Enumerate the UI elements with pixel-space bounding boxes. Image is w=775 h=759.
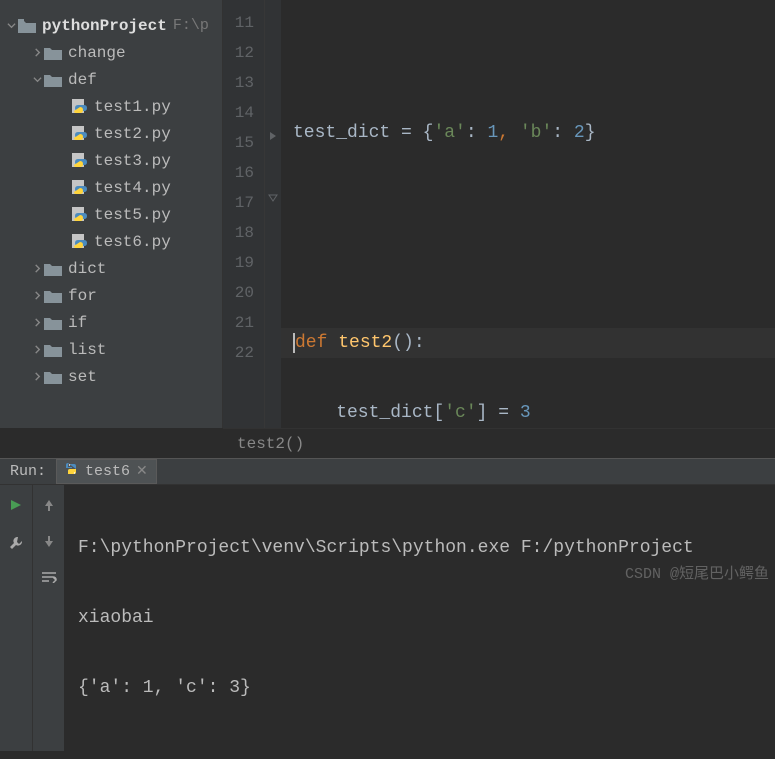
run-tab[interactable]: test6 ✕ [56, 459, 157, 484]
folder-icon [44, 316, 62, 330]
close-icon[interactable]: ✕ [136, 463, 148, 480]
line-number: 19 [223, 248, 264, 278]
line-number: 16 [223, 158, 264, 188]
run-toolbar [0, 485, 32, 751]
tree-label: test6.py [94, 233, 171, 251]
editor: 111213141516171819202122 test_dict = {'a… [223, 0, 775, 428]
file-item[interactable]: test1.py [0, 93, 222, 120]
chevron-right-icon[interactable] [30, 48, 44, 57]
folder-icon [44, 46, 62, 60]
folder-icon [44, 343, 62, 357]
fold-icon[interactable] [267, 192, 279, 204]
line-number: 17 [223, 188, 264, 218]
chevron-right-icon[interactable] [30, 345, 44, 354]
line-number: 22 [223, 338, 264, 368]
console-output[interactable]: F:\pythonProject\venv\Scripts\python.exe… [64, 485, 775, 751]
project-path: F:\p [173, 17, 209, 34]
folder-item[interactable]: list [0, 336, 222, 363]
line-number: 18 [223, 218, 264, 248]
python-file-icon [70, 99, 88, 115]
line-number: 12 [223, 38, 264, 68]
python-file-icon [70, 207, 88, 223]
run-panel: Run: test6 ✕ F:\pythonProject\venv\Scrip… [0, 458, 775, 617]
folder-item[interactable]: for [0, 282, 222, 309]
folder-item[interactable]: def [0, 66, 222, 93]
run-label: Run: [0, 463, 56, 480]
tree-label: if [68, 314, 87, 332]
folder-item[interactable]: set [0, 363, 222, 390]
file-item[interactable]: test2.py [0, 120, 222, 147]
tree-label: test3.py [94, 152, 171, 170]
chevron-right-icon[interactable] [30, 291, 44, 300]
code-area[interactable]: test_dict = {'a': 1, 'b': 2} def test2()… [281, 0, 775, 428]
tree-label: change [68, 44, 126, 62]
chevron-down-icon[interactable] [4, 21, 18, 30]
python-file-icon [70, 180, 88, 196]
project-name: pythonProject [42, 17, 167, 35]
tree-label: test5.py [94, 206, 171, 224]
chevron-right-icon[interactable] [30, 372, 44, 381]
folder-icon [44, 370, 62, 384]
console-line: F:\pythonProject\venv\Scripts\python.exe… [78, 533, 761, 563]
wrench-icon[interactable] [6, 533, 26, 553]
console-line: xiaobai [78, 603, 761, 633]
line-number: 11 [223, 8, 264, 38]
soft-wrap-icon[interactable] [39, 567, 59, 587]
chevron-right-icon[interactable] [30, 318, 44, 327]
tree-label: for [68, 287, 97, 305]
line-gutter: 111213141516171819202122 [223, 0, 265, 428]
tree-label: test2.py [94, 125, 171, 143]
run-tab-label: test6 [85, 463, 130, 480]
project-root[interactable]: pythonProject F:\p [0, 12, 222, 39]
chevron-right-icon[interactable] [30, 264, 44, 273]
folder-item[interactable]: change [0, 39, 222, 66]
python-file-icon [70, 126, 88, 142]
python-icon [65, 462, 79, 481]
folder-item[interactable]: if [0, 309, 222, 336]
up-icon[interactable] [39, 495, 59, 515]
file-item[interactable]: test6.py [0, 228, 222, 255]
tree-label: test4.py [94, 179, 171, 197]
folder-item[interactable]: dict [0, 255, 222, 282]
chevron-down-icon[interactable] [30, 75, 44, 84]
file-item[interactable]: test4.py [0, 174, 222, 201]
tree-label: list [68, 341, 106, 359]
breadcrumb-item: test2() [237, 435, 304, 453]
tree-label: set [68, 368, 97, 386]
tree-label: test1.py [94, 98, 171, 116]
down-icon[interactable] [39, 531, 59, 551]
file-item[interactable]: test5.py [0, 201, 222, 228]
folder-icon [18, 19, 36, 33]
run-tabs: Run: test6 ✕ [0, 459, 775, 485]
rerun-icon[interactable] [6, 495, 26, 515]
python-file-icon [70, 234, 88, 250]
watermark: CSDN @短尾巴小鳄鱼 [625, 562, 769, 583]
line-number: 14 [223, 98, 264, 128]
line-number: 13 [223, 68, 264, 98]
breadcrumb[interactable]: test2() [223, 428, 775, 458]
line-number: 15 [223, 128, 264, 158]
project-tree: pythonProject F:\p change def test1.py test… [0, 0, 223, 428]
code-text: test_dict = { [293, 123, 433, 143]
folder-icon [44, 289, 62, 303]
python-file-icon [70, 153, 88, 169]
folder-icon [44, 262, 62, 276]
run-toolbar-nav [32, 485, 64, 751]
tree-label: def [68, 71, 97, 89]
line-number: 21 [223, 308, 264, 338]
fold-gutter [265, 0, 281, 428]
tree-label: dict [68, 260, 106, 278]
console-line: {'a': 1, 'c': 3} [78, 673, 761, 703]
line-number: 20 [223, 278, 264, 308]
fold-icon[interactable] [267, 130, 279, 142]
folder-icon [44, 73, 62, 87]
file-item[interactable]: test3.py [0, 147, 222, 174]
